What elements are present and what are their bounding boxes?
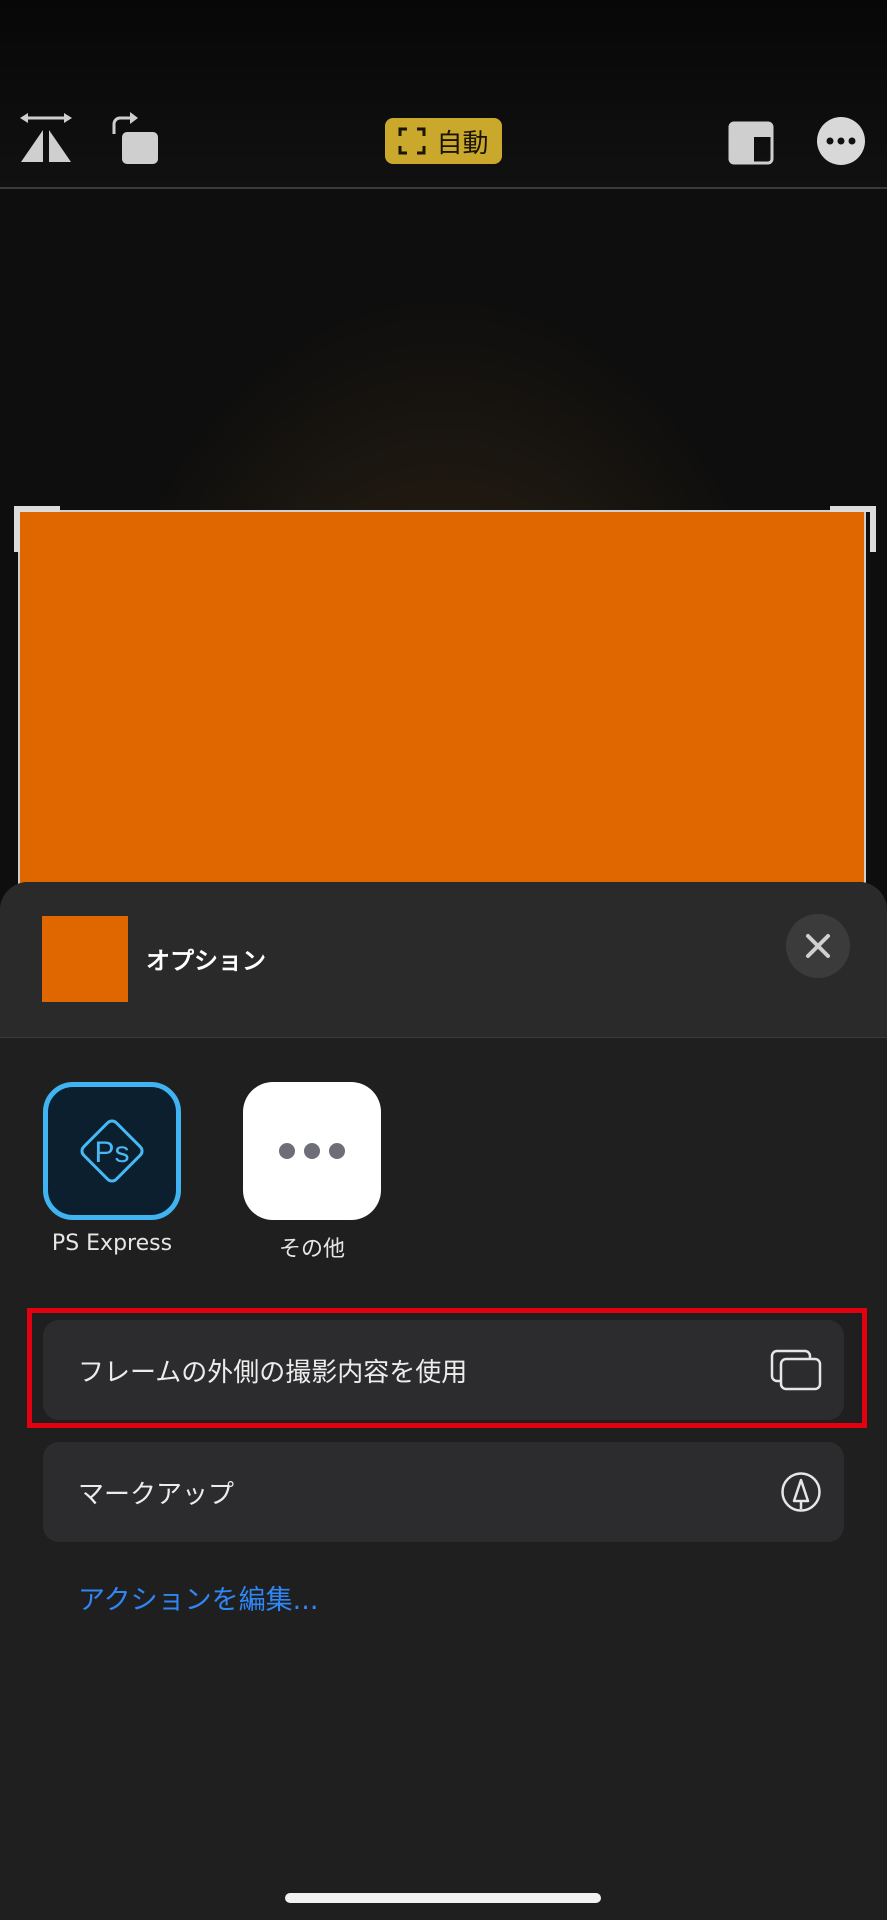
edit-actions-link[interactable]: アクションを編集... xyxy=(78,1578,318,1617)
options-sheet-header xyxy=(0,882,887,1037)
ps-express-icon: Ps xyxy=(80,1119,144,1183)
action-label: マークアップ xyxy=(78,1479,235,1510)
ps-express-app-button[interactable]: Ps xyxy=(43,1082,181,1220)
rotate-icon[interactable] xyxy=(108,112,164,168)
more-icon[interactable] xyxy=(817,117,865,165)
svg-text:Ps: Ps xyxy=(94,1136,129,1169)
photo-preview xyxy=(20,512,864,892)
toolbar-divider xyxy=(0,187,887,189)
more-apps-icon xyxy=(279,1143,345,1159)
sheet-divider xyxy=(0,1037,887,1038)
app-label-more: その他 xyxy=(278,1237,345,1262)
flip-horizontal-icon[interactable] xyxy=(18,112,74,168)
more-apps-button[interactable] xyxy=(243,1082,381,1220)
crop-handle-top-left[interactable] xyxy=(14,506,60,552)
photo-thumbnail xyxy=(42,916,128,1002)
app-label-ps-express: PS Express xyxy=(51,1231,173,1256)
aspect-ratio-icon[interactable] xyxy=(728,120,774,166)
auto-label: 自動 xyxy=(436,128,489,159)
close-icon xyxy=(806,934,830,958)
home-indicator[interactable] xyxy=(285,1893,601,1903)
auto-crop-button[interactable]: 自動 xyxy=(385,118,502,164)
close-button[interactable] xyxy=(786,914,850,978)
markup-action[interactable]: マークアップ xyxy=(43,1442,844,1542)
markup-pen-icon xyxy=(781,1472,821,1512)
crop-frame-icon xyxy=(398,127,426,155)
crop-handle-top-right[interactable] xyxy=(830,506,876,552)
highlight-box xyxy=(27,1308,867,1428)
sheet-title: オプション xyxy=(146,947,266,975)
